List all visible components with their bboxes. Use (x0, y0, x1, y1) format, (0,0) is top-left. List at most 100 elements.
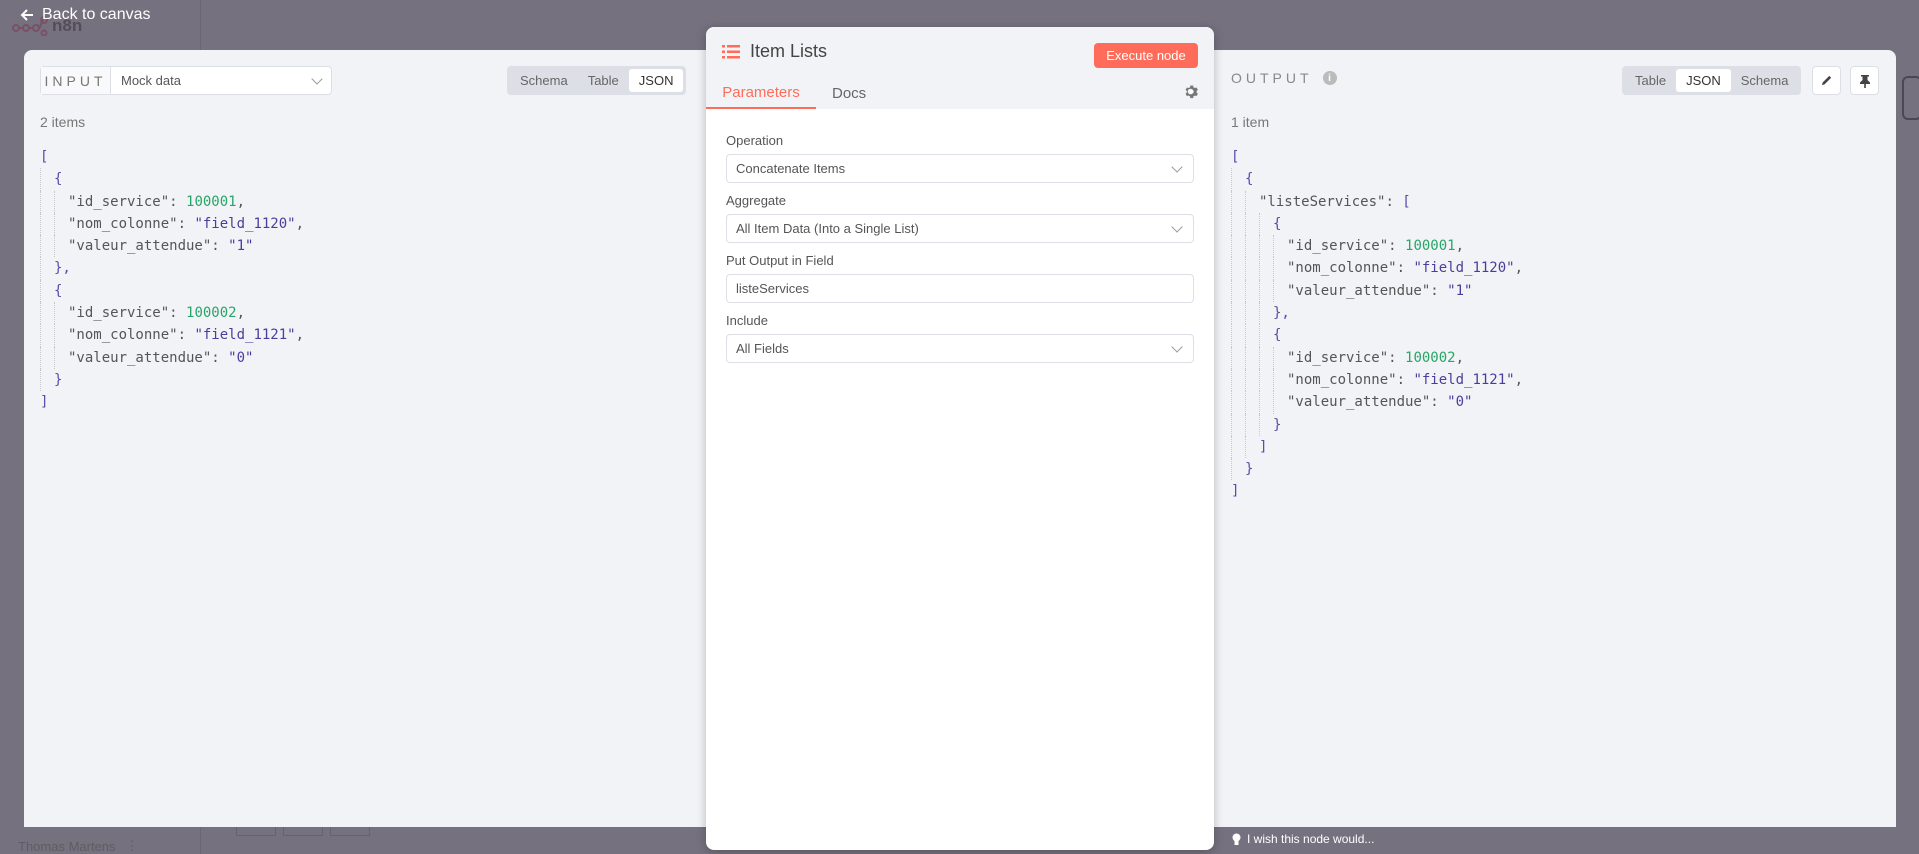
json-key: "id_service" (1287, 238, 1389, 255)
canvas-control[interactable] (236, 827, 276, 836)
json-bracket: } (1273, 416, 1282, 433)
json-bracket: [ (1231, 149, 1240, 165)
indent-guide (1259, 324, 1273, 347)
json-colon: : (211, 238, 229, 255)
json-key: "id_service" (1287, 349, 1389, 366)
json-bracket: } (54, 371, 63, 388)
indent-guide (1273, 391, 1287, 414)
field-label: Put Output in Field (726, 253, 834, 268)
json-punct: , (1455, 238, 1465, 255)
json-bracket: } (1245, 461, 1254, 478)
param-input[interactable]: listeServices (726, 274, 1194, 303)
json-colon: : (177, 327, 195, 344)
feedback-text: I wish this node would... (1247, 832, 1375, 846)
json-key: "valeur_attendue" (68, 349, 212, 366)
feedback-link[interactable]: I wish this node would... (1232, 832, 1374, 846)
json-value: "field_1121" (194, 327, 296, 344)
json-line: "valeur_attendue": "1" (1231, 279, 1523, 303)
field-value: listeServices (736, 281, 809, 296)
input-source-select[interactable]: INPUT Mock data (40, 66, 332, 95)
indent-guide (54, 212, 68, 236)
indent-guide (1259, 212, 1273, 236)
param-select[interactable]: Concatenate Items (726, 154, 1194, 183)
execute-node-button[interactable]: Execute node (1094, 43, 1198, 68)
json-bracket: ] (1259, 438, 1268, 455)
indent-guide (40, 302, 54, 325)
indent-guide (1231, 168, 1245, 191)
user-menu[interactable]: Thomas Martens ⋮ (18, 838, 139, 854)
indent-guide (54, 324, 68, 347)
indent-guide (1231, 368, 1245, 392)
indent-guide (1273, 368, 1287, 392)
info-icon[interactable]: i (1322, 71, 1337, 85)
indent-guide (54, 235, 68, 258)
more-icon[interactable]: ⋮ (126, 838, 139, 854)
pin-data-button[interactable] (1850, 66, 1879, 95)
canvas-control[interactable] (330, 827, 370, 836)
json-colon: : (169, 305, 187, 322)
item-count: 1 item (1231, 114, 1270, 130)
indent-guide (1259, 279, 1273, 303)
json-line: "id_service": 100002, (1231, 346, 1523, 369)
indent-guide (1259, 346, 1273, 369)
input-label: INPUT (41, 67, 111, 94)
indent-guide (1245, 279, 1259, 303)
indent-guide (40, 279, 54, 303)
indent-guide (1245, 346, 1259, 369)
tab-docs[interactable]: Docs (816, 77, 882, 109)
tab-json[interactable]: JSON (628, 69, 684, 92)
json-colon: : (1388, 349, 1406, 366)
tab-schema[interactable]: Schema (510, 69, 578, 92)
arrow-left-icon (20, 9, 33, 21)
indent-guide (40, 212, 54, 236)
field-value: Concatenate Items (736, 161, 846, 176)
pin-icon (1859, 74, 1870, 88)
json-line: "id_service": 100001, (1231, 235, 1523, 258)
tab-schema[interactable]: Schema (1731, 69, 1799, 92)
indent-guide (1259, 235, 1273, 258)
indent-guide (1231, 458, 1245, 481)
json-key: "nom_colonne" (68, 327, 178, 344)
indent-guide (40, 346, 54, 369)
output-view-tabs: Table JSON Schema (1622, 66, 1802, 95)
indent-guide (1245, 212, 1259, 236)
indent-guide (1245, 413, 1259, 436)
json-line: }, (1231, 302, 1523, 325)
tab-table[interactable]: Table (1625, 69, 1676, 92)
indent-guide (40, 190, 54, 213)
json-line: { (40, 168, 304, 191)
indent-guide (1231, 257, 1245, 280)
indent-guide (1273, 235, 1287, 258)
json-punct: , (236, 305, 246, 322)
json-colon: : (177, 215, 195, 232)
json-value: 100001 (1405, 238, 1456, 255)
tab-parameters[interactable]: Parameters (706, 77, 816, 109)
param-select[interactable]: All Fields (726, 334, 1194, 363)
gear-icon[interactable] (1183, 84, 1198, 99)
indent-guide (1259, 391, 1273, 414)
indent-guide (1245, 368, 1259, 392)
json-key: "valeur_attendue" (1287, 282, 1431, 299)
output-label: OUTPUT (1231, 70, 1313, 86)
canvas-control[interactable] (283, 827, 323, 836)
indent-guide (1245, 257, 1259, 280)
json-colon: : (211, 349, 229, 366)
tab-table[interactable]: Table (578, 69, 629, 92)
lightbulb-icon (1232, 833, 1241, 845)
node-title[interactable]: Item Lists (750, 41, 827, 62)
json-punct: , (1514, 260, 1524, 277)
json-line: "id_service": 100002, (40, 302, 304, 325)
json-bracket: { (54, 282, 63, 299)
json-line: "nom_colonne": "field_1121", (40, 324, 304, 347)
json-value: "0" (228, 349, 254, 366)
back-to-canvas-button[interactable]: Back to canvas (20, 6, 151, 24)
input-view-tabs: Schema Table JSON (507, 66, 687, 95)
chevron-down-icon (1171, 220, 1183, 233)
json-line: ] (40, 391, 304, 413)
indent-guide (1259, 302, 1273, 325)
tab-json[interactable]: JSON (1676, 69, 1731, 92)
json-colon: : (1430, 282, 1448, 299)
param-select[interactable]: All Item Data (Into a Single List) (726, 214, 1194, 243)
edit-output-button[interactable] (1812, 66, 1841, 95)
json-value: [ (1402, 193, 1411, 210)
